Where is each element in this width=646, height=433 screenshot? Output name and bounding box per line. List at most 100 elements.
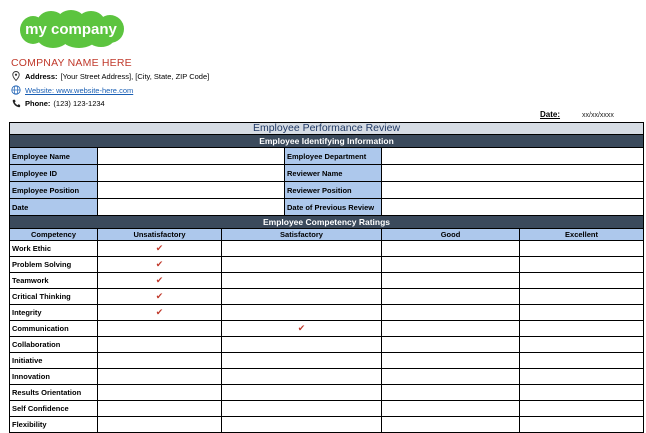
rating-cell-satisfactory[interactable]: ✔: [221, 320, 382, 337]
rating-cell-satisfactory[interactable]: [221, 352, 382, 369]
rating-cell-good[interactable]: [381, 320, 520, 337]
rating-cell-satisfactory[interactable]: [221, 240, 382, 257]
competency-name: Collaboration: [9, 336, 98, 353]
rating-cell-good[interactable]: [381, 400, 520, 417]
rating-cell-good[interactable]: [381, 336, 520, 353]
rating-cell-satisfactory[interactable]: [221, 336, 382, 353]
rating-header-excellent: Excellent: [519, 228, 644, 241]
rating-cell-excellent[interactable]: [519, 336, 644, 353]
rating-cell-excellent[interactable]: [519, 368, 644, 385]
rating-cell-excellent[interactable]: [519, 400, 644, 417]
rating-cell-good[interactable]: [381, 416, 520, 433]
competency-row: Problem Solving ✔: [9, 256, 644, 273]
address-value: [Your Street Address], [City, State, ZIP…: [60, 71, 210, 81]
competency-name: Initiative: [9, 352, 98, 369]
rating-cell-unsatisfactory[interactable]: [97, 320, 222, 337]
rating-cell-unsatisfactory[interactable]: ✔: [97, 256, 222, 273]
rating-cell-good[interactable]: [381, 384, 520, 401]
info-label-left: Employee ID: [9, 164, 98, 182]
company-name: COMPNAY NAME HERE: [11, 57, 132, 69]
phone-line: Phone: (123) 123-1234: [11, 98, 105, 108]
website-text: Website: www.website-here.com: [25, 85, 134, 95]
rating-cell-satisfactory[interactable]: [221, 272, 382, 289]
competency-row: Work Ethic ✔: [9, 240, 644, 257]
rating-cell-unsatisfactory[interactable]: [97, 384, 222, 401]
competency-name: Communication: [9, 320, 98, 337]
competency-row: Teamwork ✔: [9, 272, 644, 289]
rating-cell-satisfactory[interactable]: [221, 288, 382, 305]
competency-row: Critical Thinking ✔: [9, 288, 644, 305]
info-field-right[interactable]: [381, 147, 644, 165]
competency-row: Innovation: [9, 368, 644, 385]
rating-cell-satisfactory[interactable]: [221, 416, 382, 433]
rating-cell-excellent[interactable]: [519, 288, 644, 305]
rating-cell-unsatisfactory[interactable]: [97, 416, 222, 433]
check-icon: ✔: [155, 243, 164, 253]
rating-cell-unsatisfactory[interactable]: ✔: [97, 240, 222, 257]
rating-cell-unsatisfactory[interactable]: [97, 400, 222, 417]
info-row: Employee Name Employee Department: [9, 147, 644, 165]
rating-cell-excellent[interactable]: [519, 256, 644, 273]
rating-cell-unsatisfactory[interactable]: ✔: [97, 288, 222, 305]
info-field-left[interactable]: [97, 147, 285, 165]
competency-name: Work Ethic: [9, 240, 98, 257]
rating-cell-unsatisfactory[interactable]: ✔: [97, 304, 222, 321]
rating-cell-excellent[interactable]: [519, 416, 644, 433]
info-field-left[interactable]: [97, 198, 285, 216]
rating-cell-good[interactable]: [381, 352, 520, 369]
rating-cell-good[interactable]: [381, 288, 520, 305]
check-icon: ✔: [155, 275, 164, 285]
rating-cell-unsatisfactory[interactable]: [97, 336, 222, 353]
info-field-right[interactable]: [381, 164, 644, 182]
website-link[interactable]: Website: www.website-here.com: [11, 85, 133, 95]
info-field-right[interactable]: [381, 198, 644, 216]
competency-row: Self Confidence: [9, 400, 644, 417]
rating-header-unsatisfactory: Unsatisfactory: [97, 228, 222, 241]
rating-cell-good[interactable]: [381, 256, 520, 273]
competency-row: Initiative: [9, 352, 644, 369]
rating-cell-satisfactory[interactable]: [221, 400, 382, 417]
info-label-right: Reviewer Position: [284, 181, 382, 199]
check-icon: ✔: [155, 259, 164, 269]
rating-cell-satisfactory[interactable]: [221, 256, 382, 273]
info-field-right[interactable]: [381, 181, 644, 199]
rating-cell-excellent[interactable]: [519, 384, 644, 401]
address-line: Address: [Your Street Address], [City, S…: [11, 71, 209, 81]
rating-cell-good[interactable]: [381, 368, 520, 385]
date-value[interactable]: xx/xx/xxxx: [582, 112, 614, 119]
section-identifying-info: Employee Identifying Information: [9, 134, 644, 148]
rating-cell-unsatisfactory[interactable]: [97, 352, 222, 369]
check-icon: ✔: [155, 307, 164, 317]
rating-cell-excellent[interactable]: [519, 320, 644, 337]
rating-cell-excellent[interactable]: [519, 304, 644, 321]
rating-cell-unsatisfactory[interactable]: ✔: [97, 272, 222, 289]
rating-cell-good[interactable]: [381, 272, 520, 289]
rating-cell-excellent[interactable]: [519, 272, 644, 289]
rating-cell-good[interactable]: [381, 304, 520, 321]
info-row: Employee Position Reviewer Position: [9, 181, 644, 199]
rating-cell-satisfactory[interactable]: [221, 384, 382, 401]
info-field-left[interactable]: [97, 164, 285, 182]
rating-cell-satisfactory[interactable]: [221, 304, 382, 321]
info-label-right: Date of Previous Review: [284, 198, 382, 216]
phone-label: Phone:: [25, 98, 51, 108]
competency-row: Results Orientation: [9, 384, 644, 401]
globe-icon: [11, 85, 21, 95]
phone-icon: [11, 98, 21, 108]
info-field-left[interactable]: [97, 181, 285, 199]
form-title: Employee Performance Review: [9, 122, 644, 135]
rating-cell-excellent[interactable]: [519, 240, 644, 257]
rating-cell-excellent[interactable]: [519, 352, 644, 369]
rating-cell-satisfactory[interactable]: [221, 368, 382, 385]
phone-value: (123) 123-1234: [53, 98, 105, 108]
rating-cell-unsatisfactory[interactable]: [97, 368, 222, 385]
check-icon: ✔: [297, 323, 306, 333]
info-row: Employee ID Reviewer Name: [9, 164, 644, 182]
rating-cell-good[interactable]: [381, 240, 520, 257]
competency-row: Collaboration: [9, 336, 644, 353]
competency-row: Communication ✔: [9, 320, 644, 337]
performance-review-table: Employee Performance Review Employee Ide…: [9, 122, 644, 433]
check-icon: ✔: [155, 291, 164, 301]
info-label-right: Reviewer Name: [284, 164, 382, 182]
competency-name: Teamwork: [9, 272, 98, 289]
